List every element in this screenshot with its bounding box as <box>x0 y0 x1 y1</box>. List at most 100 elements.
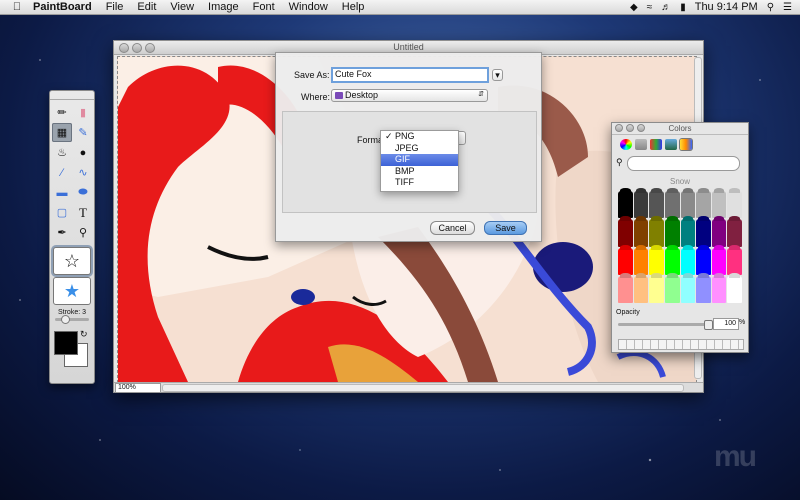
crayon-swatch[interactable] <box>618 275 633 303</box>
opacity-slider[interactable] <box>618 320 713 330</box>
expand-sheet-button[interactable]: ▾ <box>492 69 503 81</box>
color-wells[interactable] <box>618 339 744 350</box>
format-option-bmp[interactable]: BMP <box>381 166 458 178</box>
crayon-swatch[interactable] <box>633 191 649 219</box>
crayon-swatch[interactable] <box>633 275 649 303</box>
crayon-swatch[interactable] <box>633 247 649 275</box>
format-option-label: PNG <box>395 131 415 141</box>
crayon-swatch[interactable] <box>618 247 633 275</box>
apple-icon[interactable]:  <box>8 1 26 13</box>
crayon-swatch[interactable] <box>618 191 633 219</box>
wifi-icon[interactable]: ≈ <box>647 2 653 13</box>
crayon-swatch[interactable] <box>649 219 664 247</box>
colors-minimize-button[interactable] <box>626 124 634 132</box>
menu-font[interactable]: Font <box>246 1 282 13</box>
menu-file[interactable]: File <box>99 1 131 13</box>
menu-image[interactable]: Image <box>201 1 246 13</box>
color-sliders-tab-icon[interactable] <box>635 138 647 150</box>
colors-titlebar[interactable]: Colors <box>612 123 748 135</box>
crayon-swatch[interactable] <box>618 219 633 247</box>
crayon-swatch[interactable] <box>696 219 711 247</box>
image-palettes-tab-icon[interactable] <box>665 138 677 150</box>
stroke-slider[interactable] <box>55 315 89 324</box>
color-wheel-tab-icon[interactable] <box>620 138 632 150</box>
cancel-button[interactable]: Cancel <box>430 221 475 235</box>
crayon-swatch[interactable] <box>680 247 696 275</box>
crayon-swatch[interactable] <box>649 247 664 275</box>
colors-zoom-button[interactable] <box>637 124 645 132</box>
color-search-field[interactable] <box>627 156 740 171</box>
rectangle-tool-icon[interactable]: ▬ <box>52 183 72 202</box>
notification-icon[interactable]: ☰ <box>783 2 792 13</box>
crayon-swatch[interactable] <box>633 219 649 247</box>
spray-tool-icon[interactable]: ● <box>73 143 93 162</box>
menu-app-name[interactable]: PaintBoard <box>26 1 99 13</box>
crayon-swatch[interactable] <box>727 219 742 247</box>
crayon-swatch[interactable] <box>664 247 680 275</box>
swap-colors-icon[interactable]: ↻ <box>80 329 88 340</box>
pencil-tool-icon[interactable]: ✎ <box>73 123 93 142</box>
color-palettes-tab-icon[interactable] <box>650 138 662 150</box>
format-option-jpeg[interactable]: JPEG <box>381 143 458 155</box>
format-option-gif[interactable]: GIF <box>381 154 458 166</box>
star-stamp-brush-icon[interactable]: ☆ <box>53 247 91 275</box>
horizontal-scrollbar[interactable] <box>162 384 684 392</box>
save-button[interactable]: Save <box>484 221 527 235</box>
menu-window[interactable]: Window <box>282 1 335 13</box>
crayon-swatch[interactable] <box>664 219 680 247</box>
rounded-rect-tool-icon[interactable]: ▢ <box>52 203 72 222</box>
crayon-swatch[interactable] <box>696 275 711 303</box>
menu-view[interactable]: View <box>163 1 201 13</box>
crayon-swatch[interactable] <box>696 247 711 275</box>
crayon-swatch[interactable] <box>727 247 742 275</box>
zoom-button[interactable] <box>145 43 155 53</box>
crayon-swatch[interactable] <box>711 247 727 275</box>
dropbox-icon[interactable]: ◆ <box>630 2 638 13</box>
zoom-field[interactable]: 100% <box>115 383 161 393</box>
menu-help[interactable]: Help <box>335 1 372 13</box>
crayon-swatch[interactable] <box>664 191 680 219</box>
crayon-swatch[interactable] <box>711 191 727 219</box>
magnifier-tool-icon[interactable]: ⚲ <box>73 223 93 242</box>
eraser-tool-icon[interactable]: ▮ <box>73 103 93 122</box>
crayon-swatch[interactable] <box>649 191 664 219</box>
menu-clock[interactable]: Thu 9:14 PM <box>695 1 758 13</box>
crayon-swatch[interactable] <box>680 219 696 247</box>
opacity-field[interactable]: 100 <box>713 318 739 330</box>
crayon-swatch[interactable] <box>680 275 696 303</box>
select-tool-icon[interactable]: ▦ <box>52 123 72 142</box>
text-tool-icon[interactable]: T <box>73 203 93 222</box>
colors-window-controls <box>615 124 645 132</box>
filename-field[interactable]: Cute Fox <box>331 67 489 83</box>
format-option-png[interactable]: ✓ PNG <box>381 131 458 143</box>
close-button[interactable] <box>119 43 129 53</box>
crayon-swatch[interactable] <box>727 191 742 219</box>
volume-icon[interactable]: ♬ <box>661 2 671 13</box>
opacity-slider-knob[interactable] <box>704 320 713 330</box>
brush-tool-icon[interactable]: ✏ <box>52 103 72 122</box>
foreground-color-swatch[interactable] <box>54 331 78 355</box>
crayon-swatch[interactable] <box>711 219 727 247</box>
colors-close-button[interactable] <box>615 124 623 132</box>
menu-edit[interactable]: Edit <box>130 1 163 13</box>
crayon-swatch[interactable] <box>711 275 727 303</box>
crayon-swatch[interactable] <box>727 275 742 303</box>
ellipse-tool-icon[interactable]: ⬬ <box>73 183 93 202</box>
spotlight-icon[interactable]: ⚲ <box>767 2 774 13</box>
where-popup[interactable]: Desktop ⇵ <box>331 89 488 102</box>
star-stamp-color-brush-icon[interactable]: ★ <box>53 277 91 305</box>
crayon-swatch[interactable] <box>664 275 680 303</box>
crayons-tab-icon[interactable] <box>680 138 692 150</box>
crayon-swatch[interactable] <box>649 275 664 303</box>
bucket-tool-icon[interactable]: ♨ <box>52 143 72 162</box>
format-option-tiff[interactable]: TIFF <box>381 177 458 189</box>
line-tool-icon[interactable]: ∕ <box>52 163 72 182</box>
curve-tool-icon[interactable]: ∿ <box>73 163 93 182</box>
minimize-button[interactable] <box>132 43 142 53</box>
crayon-swatch[interactable] <box>680 191 696 219</box>
battery-icon[interactable]: ▮ <box>680 2 686 13</box>
eyedropper-tool-icon[interactable]: ✒ <box>52 223 72 242</box>
stroke-slider-knob[interactable] <box>61 315 70 324</box>
tool-palette-titlebar[interactable] <box>50 91 94 100</box>
crayon-swatch[interactable] <box>696 191 711 219</box>
